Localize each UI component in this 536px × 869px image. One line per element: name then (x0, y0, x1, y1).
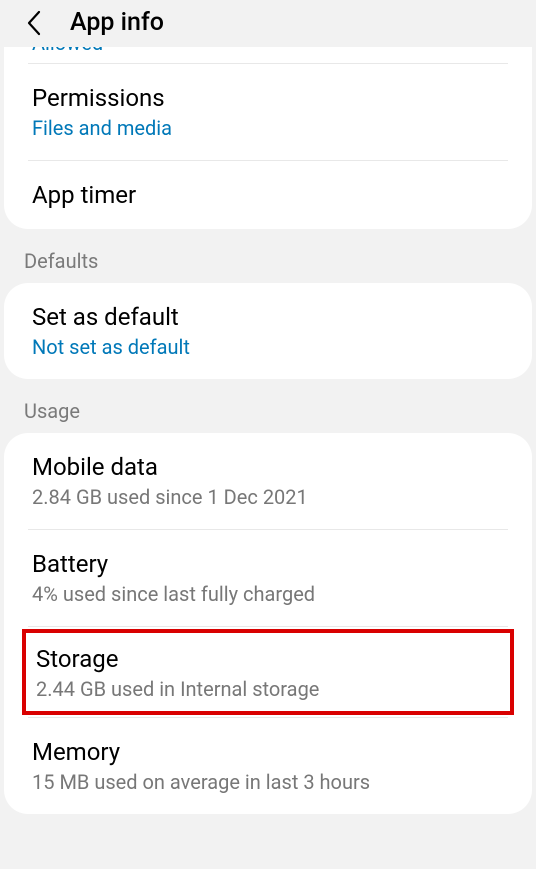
settings-card: Allowed Permissions Files and media App … (4, 47, 532, 229)
memory-sub: 15 MB used on average in last 3 hours (32, 770, 504, 794)
defaults-card: Set as default Not set as default (4, 283, 532, 379)
page-title: App info (70, 8, 164, 37)
storage-sub: 2.44 GB used in Internal storage (36, 677, 500, 701)
memory-title: Memory (32, 738, 504, 766)
divider (28, 626, 508, 627)
usage-section-header: Usage (0, 379, 536, 433)
mobile-data-item[interactable]: Mobile data 2.84 GB used since 1 Dec 202… (4, 433, 532, 529)
header: App info (0, 0, 536, 47)
battery-title: Battery (32, 550, 504, 578)
mobile-data-sub: 2.84 GB used since 1 Dec 2021 (32, 485, 504, 509)
battery-item[interactable]: Battery 4% used since last fully charged (4, 530, 532, 626)
app-timer-title: App timer (32, 181, 504, 209)
usage-card: Mobile data 2.84 GB used since 1 Dec 202… (4, 433, 532, 814)
storage-title: Storage (36, 645, 500, 673)
permissions-sub: Files and media (32, 116, 504, 140)
cutoff-text: Allowed (4, 47, 532, 63)
memory-item[interactable]: Memory 15 MB used on average in last 3 h… (4, 718, 532, 814)
set-default-sub: Not set as default (32, 335, 504, 359)
permissions-item[interactable]: Permissions Files and media (4, 64, 532, 160)
defaults-section-header: Defaults (0, 229, 536, 283)
set-default-item[interactable]: Set as default Not set as default (4, 283, 532, 379)
mobile-data-title: Mobile data (32, 453, 504, 481)
storage-item-highlighted[interactable]: Storage 2.44 GB used in Internal storage (22, 629, 514, 715)
back-icon[interactable] (20, 9, 48, 37)
app-timer-item[interactable]: App timer (4, 161, 532, 229)
battery-sub: 4% used since last fully charged (32, 582, 504, 606)
set-default-title: Set as default (32, 303, 504, 331)
permissions-title: Permissions (32, 84, 504, 112)
